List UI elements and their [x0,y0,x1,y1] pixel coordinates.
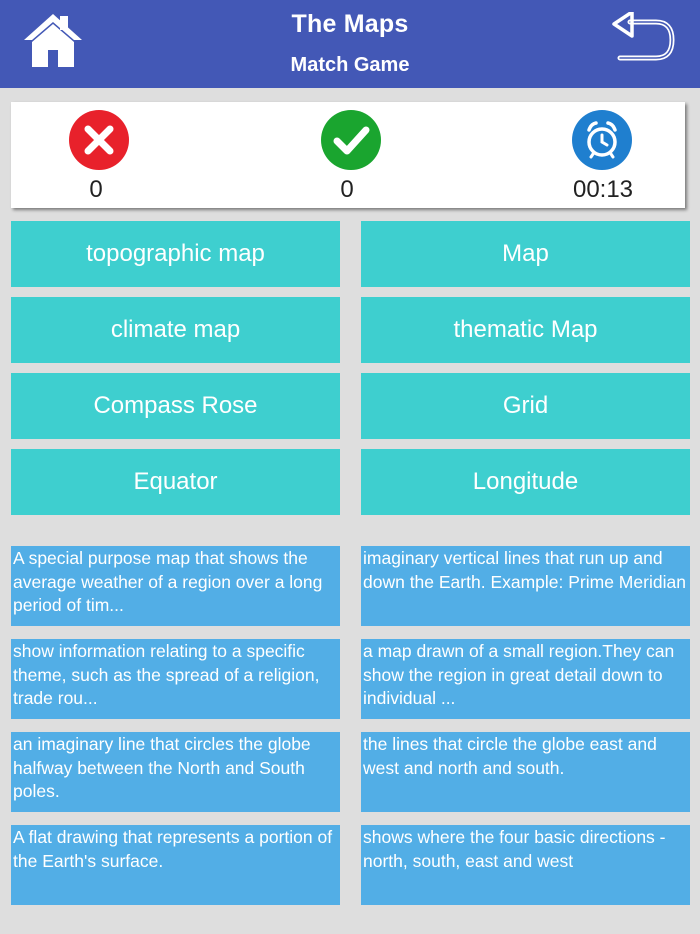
top-bar: The Maps Match Game [0,0,700,88]
check-circle-icon [321,110,381,170]
term-card[interactable]: Longitude [361,449,690,515]
alarm-clock-icon [572,110,632,170]
definition-card[interactable]: a map drawn of a small region.They can s… [361,639,690,719]
definition-card[interactable]: shows where the four basic directions - … [361,825,690,905]
back-button[interactable] [610,10,678,66]
term-card[interactable]: topographic map [11,221,340,287]
back-arrow-icon [612,10,675,61]
definition-card[interactable]: A special purpose map that shows the ave… [11,546,340,626]
term-card[interactable]: climate map [11,297,340,363]
x-circle-icon [69,110,129,170]
definition-card[interactable]: an imaginary line that circles the globe… [11,732,340,812]
definition-card[interactable]: A flat drawing that represents a portion… [11,825,340,905]
term-card[interactable]: Grid [361,373,690,439]
term-card[interactable]: Map [361,221,690,287]
page-subtitle: Match Game [290,54,410,76]
term-card[interactable]: thematic Map [361,297,690,363]
wrong-count: 0 [89,176,103,203]
definition-card[interactable]: the lines that circle the globe east and… [361,732,690,812]
term-card[interactable]: Equator [11,449,340,515]
timer-display: 00:13 [572,176,634,203]
definition-card[interactable]: show information relating to a specific … [11,639,340,719]
correct-count: 0 [340,176,354,203]
page-title: The Maps [291,10,409,38]
term-card[interactable]: Compass Rose [11,373,340,439]
score-panel: 0 0 00:13 [11,102,685,208]
definition-card[interactable]: imaginary vertical lines that run up and… [361,546,690,626]
